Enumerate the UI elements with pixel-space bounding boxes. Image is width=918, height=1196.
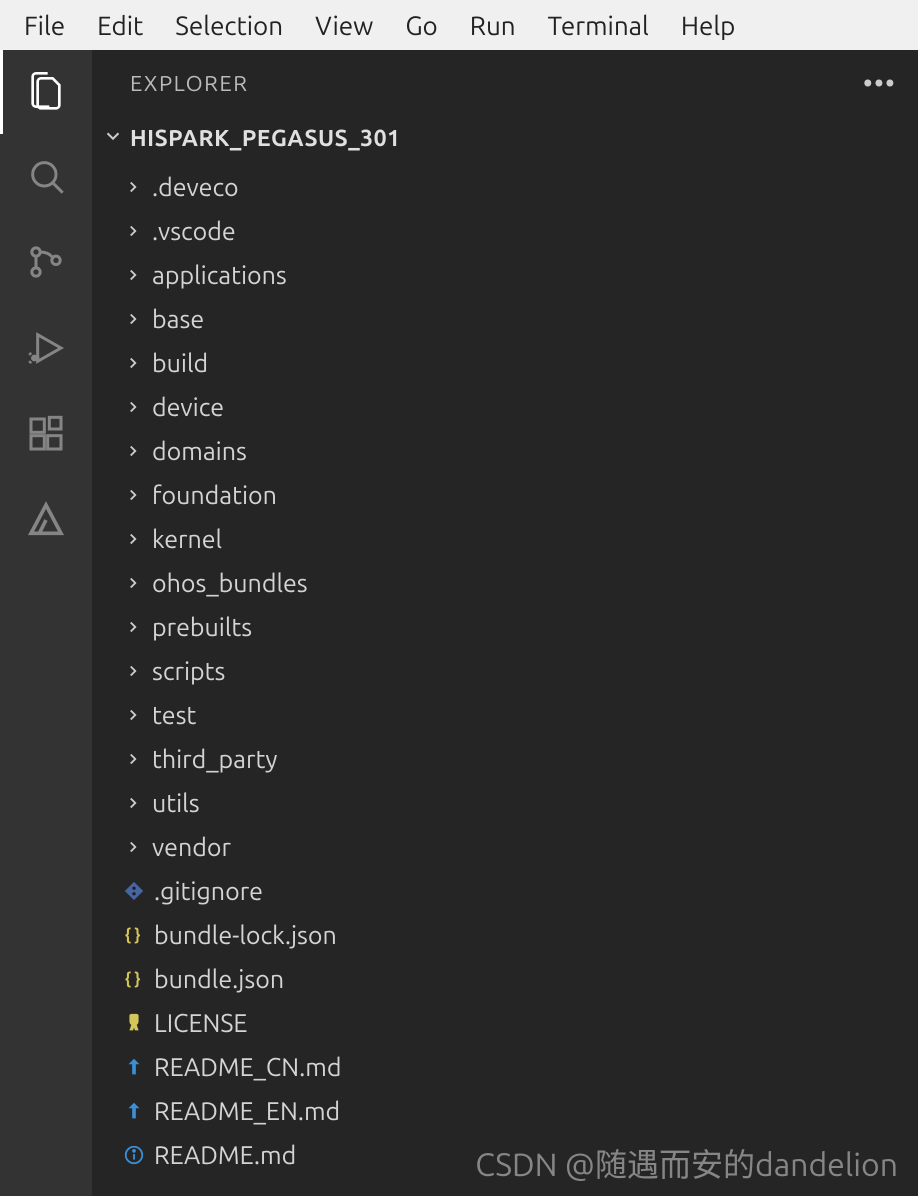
item-label: bundle-lock.json xyxy=(154,921,337,949)
chevron-right-icon xyxy=(122,838,144,856)
md-icon xyxy=(122,1056,146,1078)
tree-item[interactable]: foundation xyxy=(92,473,918,517)
item-label: README.md xyxy=(154,1141,296,1169)
item-label: test xyxy=(152,701,196,729)
tree-item[interactable]: applications xyxy=(92,253,918,297)
tree-item[interactable]: .gitignore xyxy=(92,869,918,913)
item-label: .gitignore xyxy=(154,877,263,905)
chevron-right-icon xyxy=(122,750,144,768)
triangle-icon[interactable] xyxy=(24,498,68,542)
chevron-right-icon xyxy=(122,398,144,416)
license-icon xyxy=(122,1012,146,1034)
tree-item[interactable]: README.md xyxy=(92,1133,918,1177)
tree-item[interactable]: { } bundle.json xyxy=(92,957,918,1001)
menubar: File Edit Selection View Go Run Terminal… xyxy=(0,0,918,50)
tree-item[interactable]: device xyxy=(92,385,918,429)
item-label: build xyxy=(152,349,208,377)
search-icon[interactable] xyxy=(24,154,68,198)
chevron-right-icon xyxy=(122,706,144,724)
sidebar: EXPLORER ••• HISPARK_PEGASUS_301 .deveco… xyxy=(92,50,918,1196)
item-label: README_CN.md xyxy=(154,1053,341,1081)
item-label: README_EN.md xyxy=(154,1097,340,1125)
item-label: bundle.json xyxy=(154,965,284,993)
menu-edit[interactable]: Edit xyxy=(81,3,159,48)
chevron-down-icon xyxy=(102,125,124,151)
menu-run[interactable]: Run xyxy=(454,3,532,48)
item-label: prebuilts xyxy=(152,613,252,641)
tree-item[interactable]: { } bundle-lock.json xyxy=(92,913,918,957)
tree-item[interactable]: README_CN.md xyxy=(92,1045,918,1089)
item-label: domains xyxy=(152,437,247,465)
chevron-right-icon xyxy=(122,354,144,372)
tree-item[interactable]: prebuilts xyxy=(92,605,918,649)
chevron-right-icon xyxy=(122,794,144,812)
menu-selection[interactable]: Selection xyxy=(159,3,299,48)
item-label: .deveco xyxy=(152,173,239,201)
menu-help[interactable]: Help xyxy=(665,3,752,48)
item-label: foundation xyxy=(152,481,277,509)
chevron-right-icon xyxy=(122,530,144,548)
more-actions-icon[interactable]: ••• xyxy=(863,68,896,99)
item-label: applications xyxy=(152,261,287,289)
main-layout: EXPLORER ••• HISPARK_PEGASUS_301 .deveco… xyxy=(0,50,918,1196)
section-header[interactable]: HISPARK_PEGASUS_301 xyxy=(92,117,918,159)
info-icon xyxy=(122,1144,146,1166)
chevron-right-icon xyxy=(122,310,144,328)
tree-item[interactable]: build xyxy=(92,341,918,385)
activitybar xyxy=(0,50,92,1196)
chevron-right-icon xyxy=(122,574,144,592)
tree-item[interactable]: .vscode xyxy=(92,209,918,253)
chevron-right-icon xyxy=(122,662,144,680)
extensions-icon[interactable] xyxy=(24,412,68,456)
menu-terminal[interactable]: Terminal xyxy=(532,3,665,48)
item-label: vendor xyxy=(152,833,231,861)
item-label: base xyxy=(152,305,204,333)
item-label: LICENSE xyxy=(154,1009,247,1037)
item-label: ohos_bundles xyxy=(152,569,308,597)
item-label: device xyxy=(152,393,224,421)
chevron-right-icon xyxy=(122,266,144,284)
tree-item[interactable]: LICENSE xyxy=(92,1001,918,1045)
item-label: kernel xyxy=(152,525,222,553)
tree-item[interactable]: kernel xyxy=(92,517,918,561)
svg-text:{ }: { } xyxy=(125,927,141,945)
md-icon xyxy=(122,1100,146,1122)
tree-item[interactable]: utils xyxy=(92,781,918,825)
tree-item[interactable]: vendor xyxy=(92,825,918,869)
chevron-right-icon xyxy=(122,222,144,240)
chevron-right-icon xyxy=(122,178,144,196)
chevron-right-icon xyxy=(122,442,144,460)
json-icon: { } xyxy=(122,924,146,946)
tree-item[interactable]: test xyxy=(92,693,918,737)
tree-item[interactable]: base xyxy=(92,297,918,341)
tree-item[interactable]: scripts xyxy=(92,649,918,693)
git-icon xyxy=(122,880,146,902)
tree-item[interactable]: third_party xyxy=(92,737,918,781)
tree-item[interactable]: README_EN.md xyxy=(92,1089,918,1133)
sidebar-title: EXPLORER xyxy=(130,71,248,96)
tree-item[interactable]: ohos_bundles xyxy=(92,561,918,605)
tree-item[interactable]: domains xyxy=(92,429,918,473)
section-label: HISPARK_PEGASUS_301 xyxy=(130,126,401,151)
menu-file[interactable]: File xyxy=(8,3,81,48)
item-label: scripts xyxy=(152,657,225,685)
menu-go[interactable]: Go xyxy=(389,3,453,48)
item-label: .vscode xyxy=(152,217,236,245)
menu-view[interactable]: View xyxy=(299,3,389,48)
item-label: third_party xyxy=(152,745,277,773)
source-control-icon[interactable] xyxy=(24,240,68,284)
svg-text:{ }: { } xyxy=(125,971,141,989)
sidebar-header: EXPLORER ••• xyxy=(92,50,918,117)
file-tree: .deveco .vscode applications base build devic… xyxy=(92,159,918,1177)
json-icon: { } xyxy=(122,968,146,990)
explorer-icon[interactable] xyxy=(24,68,68,112)
activity-indicator xyxy=(0,50,3,134)
tree-item[interactable]: .deveco xyxy=(92,165,918,209)
chevron-right-icon xyxy=(122,618,144,636)
run-debug-icon[interactable] xyxy=(24,326,68,370)
chevron-right-icon xyxy=(122,486,144,504)
item-label: utils xyxy=(152,789,200,817)
